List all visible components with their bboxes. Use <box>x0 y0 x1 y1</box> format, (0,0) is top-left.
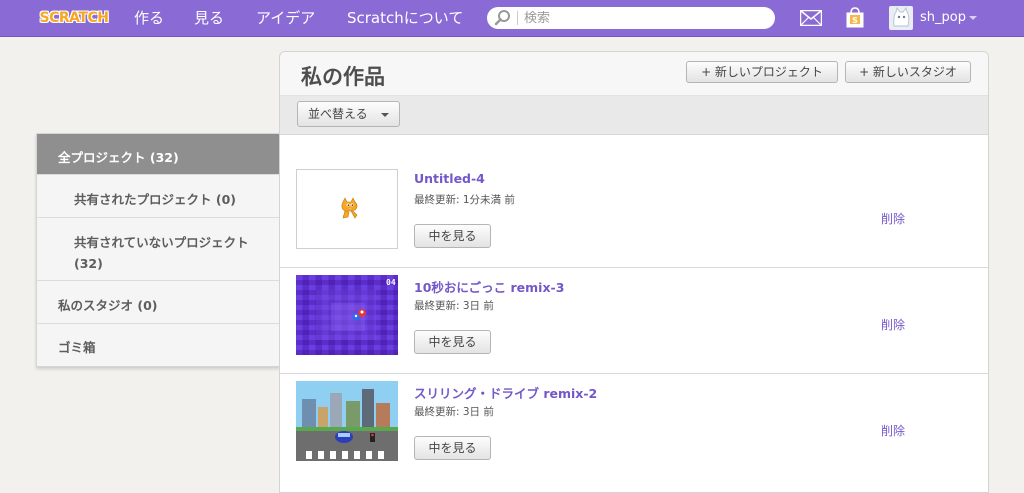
projects-panel: 私の作品 + 新しいプロジェクト + 新しいスタジオ 並べ替える Untitle… <box>279 51 989 493</box>
sidebar-item-label: 全プロジェクト (32) <box>58 150 179 165</box>
search-box[interactable] <box>487 7 775 29</box>
sidebar-item-label: 共有されたプロジェクト (0) <box>74 192 236 207</box>
city-road-thumbnail <box>296 381 398 461</box>
chevron-down-icon[interactable] <box>969 16 977 20</box>
panel-header: 私の作品 + 新しいプロジェクト + 新しいスタジオ <box>280 52 988 96</box>
search-divider <box>517 11 518 25</box>
chevron-down-icon <box>381 113 389 117</box>
project-row: 04 10秒おにごっこ remix-3 最終更新: 3日 前 中を見る 削除 <box>280 268 988 374</box>
messages-icon[interactable] <box>800 10 822 26</box>
delete-link[interactable]: 削除 <box>881 422 905 439</box>
sort-label: 並べ替える <box>308 107 368 121</box>
scratch-logo[interactable]: SCRATCH <box>36 6 112 30</box>
sidebar-item-shared[interactable]: 共有されたプロジェクト (0) <box>37 175 280 218</box>
project-row: スリリング・ドライブ remix-2 最終更新: 3日 前 中を見る 削除 <box>280 374 988 479</box>
username[interactable]: sh_pop <box>920 0 966 36</box>
sort-dropdown[interactable]: 並べ替える <box>297 101 400 127</box>
sort-bar: 並べ替える <box>280 96 988 135</box>
sidebar-item-label: ゴミ箱 <box>58 340 96 355</box>
user-avatar[interactable] <box>889 6 913 30</box>
project-thumbnail[interactable] <box>296 381 398 461</box>
page-title: 私の作品 <box>301 65 385 89</box>
sidebar: 全プロジェクト (32) 共有されたプロジェクト (0) 共有されていないプロジ… <box>36 133 280 367</box>
nav-create[interactable]: 作る <box>134 0 164 36</box>
project-title-link[interactable]: スリリング・ドライブ remix-2 <box>414 383 597 402</box>
view-inside-button[interactable]: 中を見る <box>414 436 491 460</box>
project-thumbnail[interactable] <box>296 169 398 249</box>
view-inside-button[interactable]: 中を見る <box>414 224 491 248</box>
sidebar-item-label: 私のスタジオ (0) <box>58 298 158 313</box>
purple-grid-thumbnail: 04 <box>296 275 398 355</box>
svg-text:04: 04 <box>386 278 396 287</box>
search-input[interactable] <box>524 10 744 26</box>
new-project-button[interactable]: + 新しいプロジェクト <box>686 61 838 83</box>
sidebar-item-label: 共有されていないプロジェクト (32) <box>74 235 249 271</box>
nav-ideas[interactable]: アイデア <box>256 0 315 36</box>
project-title-link[interactable]: 10秒おにごっこ remix-3 <box>414 277 564 296</box>
svg-text:S: S <box>852 16 858 25</box>
sidebar-item-all-projects[interactable]: 全プロジェクト (32) <box>37 134 280 175</box>
nav-about[interactable]: Scratchについて <box>347 0 463 36</box>
nav-explore[interactable]: 見る <box>194 0 224 36</box>
top-nav-bar: SCRATCH 作る 見る アイデア Scratchについて S sh_pop <box>0 0 1024 37</box>
my-stuff-icon[interactable]: S <box>844 7 866 29</box>
project-title-link[interactable]: Untitled-4 <box>414 171 485 186</box>
delete-link[interactable]: 削除 <box>881 210 905 227</box>
project-row: Untitled-4 最終更新: 1分未満 前 中を見る 削除 <box>280 162 988 268</box>
project-last-modified: 最終更新: 3日 前 <box>414 300 494 312</box>
project-last-modified: 最終更新: 1分未満 前 <box>414 194 515 206</box>
project-thumbnail[interactable]: 04 <box>296 275 398 355</box>
new-studio-button[interactable]: + 新しいスタジオ <box>845 61 971 83</box>
project-last-modified: 最終更新: 3日 前 <box>414 406 494 418</box>
scratch-cat-thumbnail <box>341 197 358 219</box>
delete-link[interactable]: 削除 <box>881 316 905 333</box>
view-inside-button[interactable]: 中を見る <box>414 330 491 354</box>
search-icon <box>494 10 510 26</box>
cat-avatar-icon <box>893 6 910 27</box>
sidebar-item-unshared[interactable]: 共有されていないプロジェクト (32) <box>37 218 280 281</box>
sidebar-item-studios[interactable]: 私のスタジオ (0) <box>37 281 280 324</box>
sidebar-item-trash[interactable]: ゴミ箱 <box>37 324 280 366</box>
